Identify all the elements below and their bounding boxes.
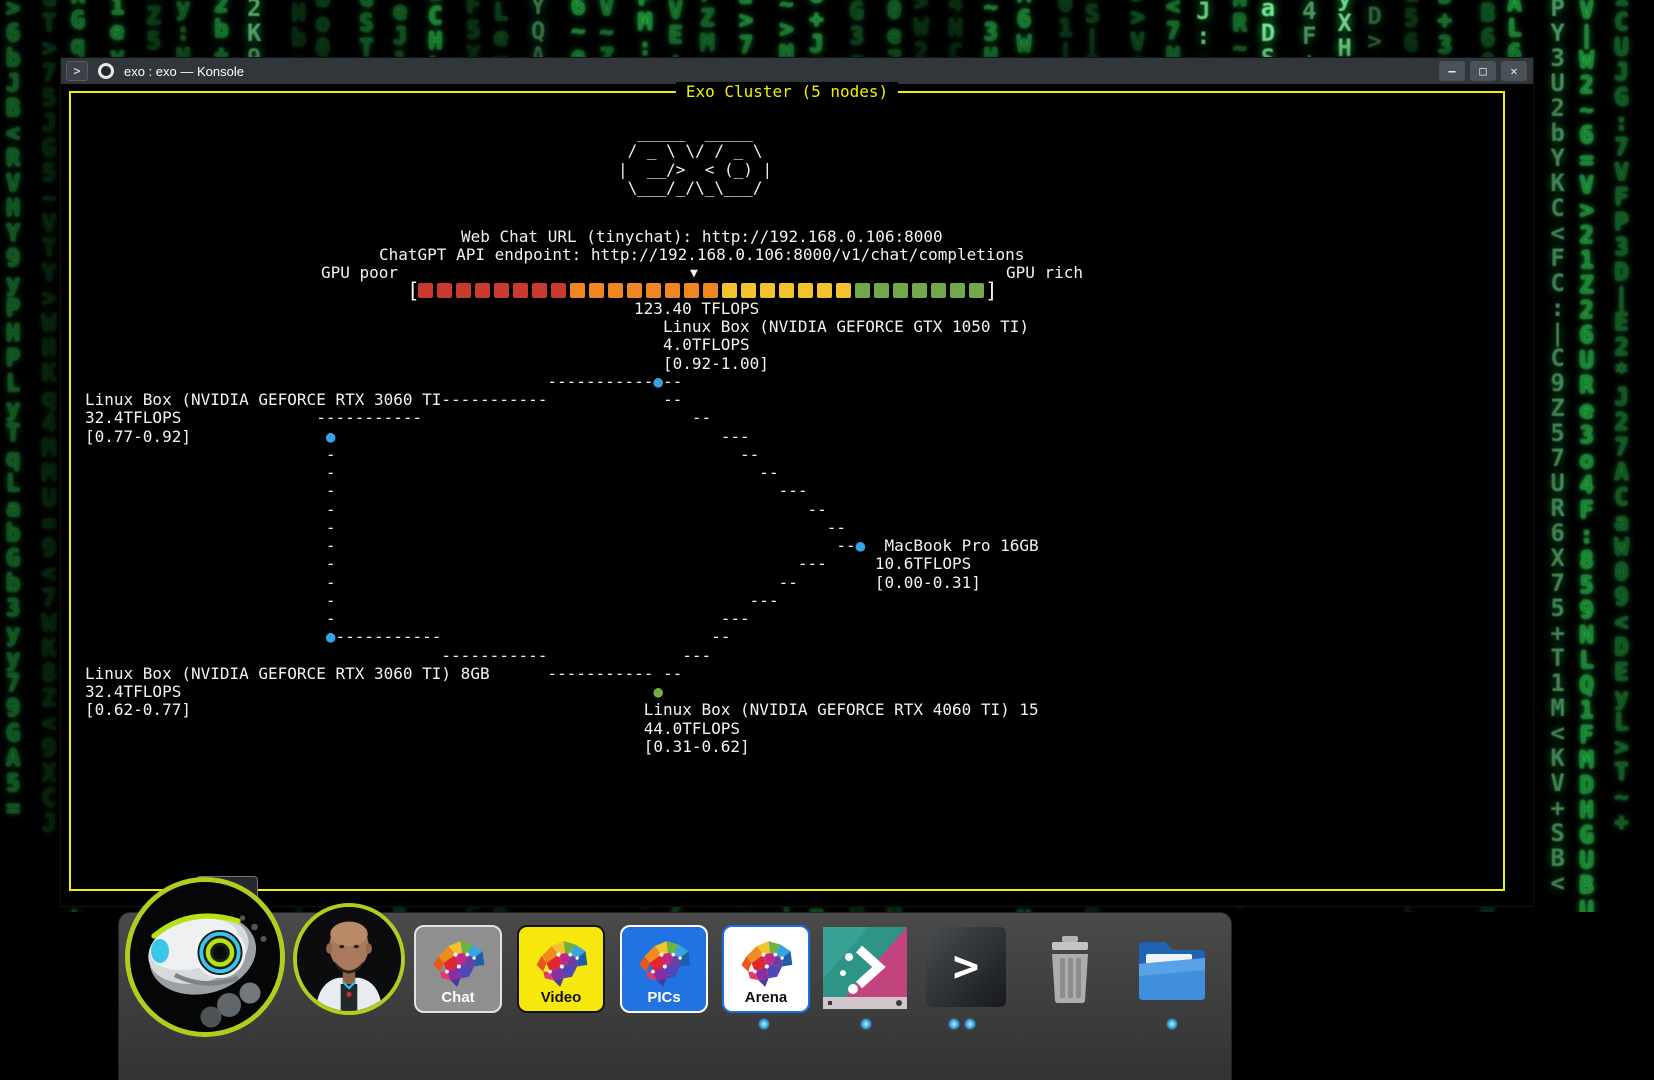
brain-logo-icon xyxy=(430,933,486,995)
running-indicator-kdenlive xyxy=(860,1018,872,1030)
maximize-button[interactable]: □ xyxy=(1470,61,1496,81)
kdenlive-logo xyxy=(823,927,907,1009)
window-titlebar[interactable]: > exo : exo — Konsole – □ ✕ xyxy=(61,58,1533,84)
konsole-window: > exo : exo — Konsole – □ ✕ Exo Cluster … xyxy=(60,57,1534,907)
api-endpoint: ChatGPT API endpoint: http://192.168.0.1… xyxy=(379,246,1024,264)
video-app-label: Video xyxy=(541,989,582,1006)
gpu-poor-label: GPU poor xyxy=(321,264,398,282)
close-button[interactable]: ✕ xyxy=(1501,61,1527,81)
minimize-button[interactable]: – xyxy=(1439,61,1465,81)
desktop: { "window": { "title": "exo : exo — Kons… xyxy=(0,0,1654,1080)
gpu-rich-label: GPU rich xyxy=(1006,264,1083,282)
topology-diagram: Linux Box (NVIDIA GEFORCE GTX 1050 TI) 4… xyxy=(85,318,1039,756)
terminal-body[interactable]: Exo Cluster (5 nodes) _____ _____ / _ \ … xyxy=(61,84,1533,906)
konsole-app-icon xyxy=(98,63,114,79)
video-app-icon[interactable]: Video xyxy=(517,925,605,1013)
web-chat-url: Web Chat URL (tinychat): http://192.168.… xyxy=(461,228,943,246)
running-indicator-konsole-2 xyxy=(964,1018,976,1030)
robot-head-image xyxy=(130,882,280,1032)
terminal-prompt-icon: > xyxy=(66,61,88,81)
window-title: exo : exo — Konsole xyxy=(124,64,244,79)
running-indicator-arena xyxy=(758,1018,770,1030)
pics-app-icon[interactable]: PICs xyxy=(620,925,708,1013)
arena-app-label: Arena xyxy=(745,989,788,1006)
man-avatar[interactable] xyxy=(293,903,405,1015)
chat-app-label: Chat xyxy=(441,989,474,1006)
chat-app-icon[interactable]: Chat xyxy=(414,925,502,1013)
exo-ascii-logo: _____ _____ / _ \ \/ / _ \ | __/> < (_) … xyxy=(618,124,772,197)
kdenlive-app-icon[interactable] xyxy=(823,927,907,1009)
total-tflops-label: 123.40 TFLOPS xyxy=(634,300,759,318)
brain-logo-icon xyxy=(636,933,692,995)
running-indicator-konsole-1 xyxy=(948,1018,960,1030)
konsole-dock-icon[interactable]: > xyxy=(926,927,1006,1007)
man-portrait-image xyxy=(297,907,401,1011)
brain-logo-icon xyxy=(533,933,589,995)
cluster-position-marker: ▼ xyxy=(690,265,698,283)
trash-can-image xyxy=(1032,930,1108,1006)
gpu-meter-bar xyxy=(418,283,984,298)
trash-icon[interactable] xyxy=(1032,930,1108,1011)
pics-app-label: PICs xyxy=(647,989,680,1006)
cluster-frame-title: Exo Cluster (5 nodes) xyxy=(676,82,898,101)
arena-app-icon[interactable]: Arena xyxy=(722,925,810,1013)
file-manager-icon[interactable] xyxy=(1133,930,1211,1011)
running-indicator-files xyxy=(1166,1018,1178,1030)
robot-avatar[interactable] xyxy=(125,877,285,1037)
folder-image xyxy=(1133,930,1211,1006)
brain-logo-icon xyxy=(738,933,794,995)
meter-close-bracket: ] xyxy=(985,279,998,303)
